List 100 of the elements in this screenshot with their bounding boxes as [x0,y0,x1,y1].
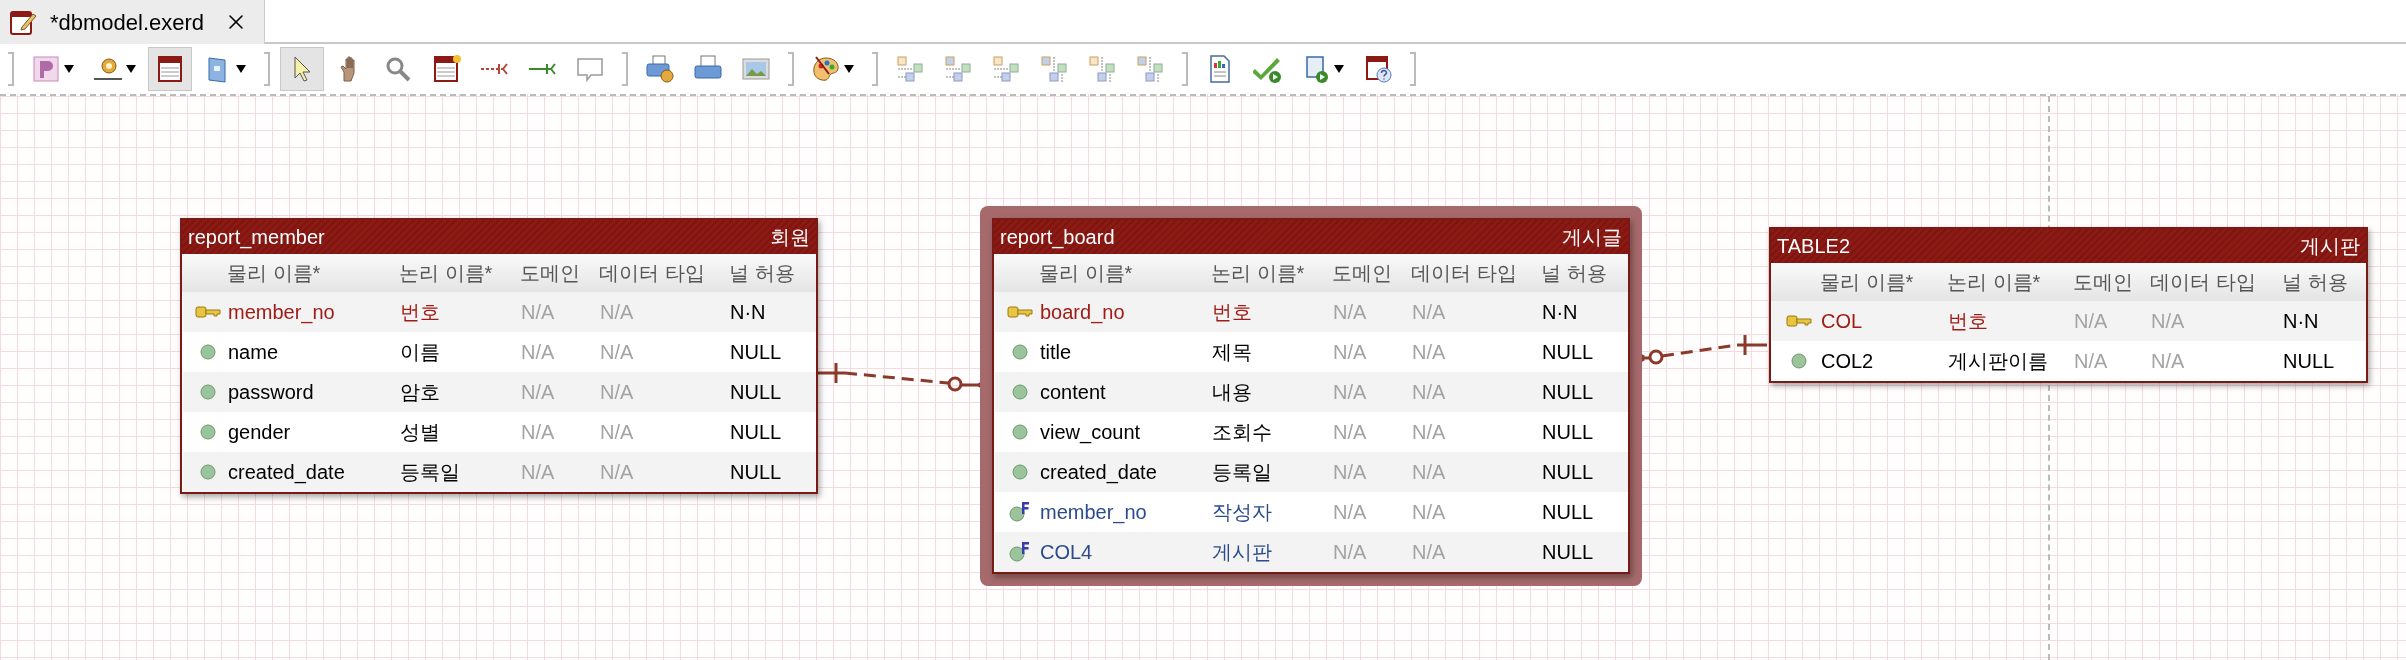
physical-name-cell-text: COL [1821,309,1864,334]
data-type-cell-text: N/A [1412,380,1447,405]
logical-name-cell-text: 등록일 [1212,460,1273,485]
table-name: report_board [1000,225,1115,251]
logical-name-cell-text: 이름 [400,340,441,365]
nullable-cell-text: NULL [730,380,783,405]
attribute-dot-icon [1011,384,1028,400]
key-icon [1785,314,1812,328]
column-header: 논리 이름* [399,261,494,286]
column-header: 물리 이름* [1039,261,1134,286]
layout-arrange-icon [1135,54,1165,84]
column-header: 널 허용 [729,261,796,286]
physical-name-cell-text: gender [228,420,292,445]
attribute-dot-icon [1011,424,1028,440]
nullable-cell-text: NULL [730,340,783,365]
layout-arrange-icon [991,54,1021,84]
physical-name-cell-text: member_no [1040,500,1148,526]
logical-name-cell-text: 제목 [1212,340,1253,365]
nullable-cell-text: N·N [730,300,767,325]
domain-cell-text: N/A [1333,380,1368,405]
attribute-dot-icon [1011,344,1028,360]
data-type-cell-text: N/A [600,300,635,325]
table-name: TABLE2 [1777,234,1850,259]
data-type-cell-text: N/A [600,340,635,365]
attribute-dot-icon [1790,353,1807,369]
table-logical-name: 게시글 [1562,225,1622,250]
key-icon [1006,305,1033,319]
physical-name-cell-text: member_no [228,300,336,326]
column-header: 도메인 [1332,261,1393,286]
entity-table[interactable]: report_member 회원 물리 이름* 논리 이름* 도메인 데이터 타입 널 허용 member_no 번호 N/A N/A N·N name 이름 N/A N/A NULL password 암호 N/A N/A NULL gender 성별 N/A N/A NULL created_date 등록일 N/A N/A NULL [180,218,818,494]
nullable-cell-text: NULL [1542,500,1595,525]
physical-name-cell-text: COL4 [1040,540,1094,565]
column-header: 널 허용 [1541,261,1608,286]
attribute-dot-icon [199,344,216,360]
layout-arrange-icon [895,54,925,84]
nullable-cell-text: NULL [1542,540,1595,565]
domain-cell-text: N/A [521,380,556,405]
logical-name-cell-text: 번호 [1212,300,1253,325]
table-icon [155,54,185,84]
nullable-cell-text: NULL [1542,460,1595,485]
palette-icon [811,54,841,84]
data-type-cell-text: N/A [1412,300,1447,325]
column-header: 데이터 타입 [2150,270,2257,295]
logical-name-cell-text: 게시판 [1212,540,1273,565]
data-type-cell-text: N/A [1412,540,1447,565]
physical-name-cell-text: title [1040,340,1073,365]
dropdown-caret-icon [235,64,247,74]
column-header: 도메인 [2073,270,2134,295]
toolbar-button[interactable] [148,47,192,91]
physical-name-cell-text: view_count [1040,420,1142,446]
table-name: report_member [188,225,325,251]
data-type-cell-text: N/A [600,380,635,405]
domain-cell-text: N/A [1333,340,1368,365]
domain-cell-text: N/A [2074,309,2109,334]
logical-name-cell-text: 작성자 [1212,500,1273,525]
domain-cell-text: N/A [1333,460,1368,485]
domain-cell-text: N/A [1333,420,1368,445]
nullable-cell-text: N·N [2283,309,2320,334]
data-type-cell-text: N/A [1412,420,1447,445]
column-header: 물리 이름* [227,261,322,286]
table-logical-name: 게시판 [2300,234,2360,259]
dropdown-caret-icon [125,64,137,74]
physical-name-cell-text: board_no [1040,300,1126,326]
nullable-cell-text: NULL [2283,349,2336,374]
domain-cell-text: N/A [1333,300,1368,325]
column-header: 논리 이름* [1211,261,1306,286]
data-type-cell-text: N/A [1412,340,1447,365]
attribute-dot-icon [199,384,216,400]
column-header: 논리 이름* [1947,270,2042,295]
column-header: 데이터 타입 [1411,261,1518,286]
domain-cell-text: N/A [1333,540,1368,565]
physical-name-cell-text: created_date [228,460,346,486]
domain-cell-text: N/A [521,340,556,365]
physical-name-cell-text: content [1040,380,1107,405]
column-header: 도메인 [520,261,581,286]
letter-p-icon [31,54,61,84]
physical-name-cell-text: created_date [1040,460,1158,486]
data-type-cell-text: N/A [600,460,635,485]
physical-name-cell-text: password [228,380,315,405]
logical-name-cell-text: 조회수 [1212,420,1273,445]
data-type-cell-text: N/A [2151,349,2186,374]
logical-name-cell-text: 암호 [400,380,441,405]
layout-arrange-icon [1039,54,1069,84]
logical-name-cell-text: 성별 [400,420,441,445]
nullable-cell-text: NULL [730,460,783,485]
nullable-cell-text: NULL [1542,420,1595,445]
help-icon [1363,54,1393,84]
physical-name-cell-text: COL2 [1821,349,1875,374]
domain-cell-text: N/A [1333,500,1368,525]
attribute-dot-icon [1011,464,1028,480]
layout-arrange-icon [1087,54,1117,84]
data-type-cell-text: N/A [1412,460,1447,485]
editor-tab[interactable]: *dbmodel.exerd [0,0,265,44]
attribute-dot-icon [199,424,216,440]
logical-name-cell-text: 번호 [1948,309,1989,334]
entity-table[interactable]: TABLE2 게시판 물리 이름* 논리 이름* 도메인 데이터 타입 널 허용 COL 번호 N/A N/A N·N COL2 게시판이름 N/A N/A NULL [1769,227,2368,383]
nullable-cell-text: NULL [730,420,783,445]
foreign-key-icon [1007,501,1032,523]
foreign-key-icon [1007,541,1032,563]
logical-name-cell-text: 등록일 [400,460,461,485]
